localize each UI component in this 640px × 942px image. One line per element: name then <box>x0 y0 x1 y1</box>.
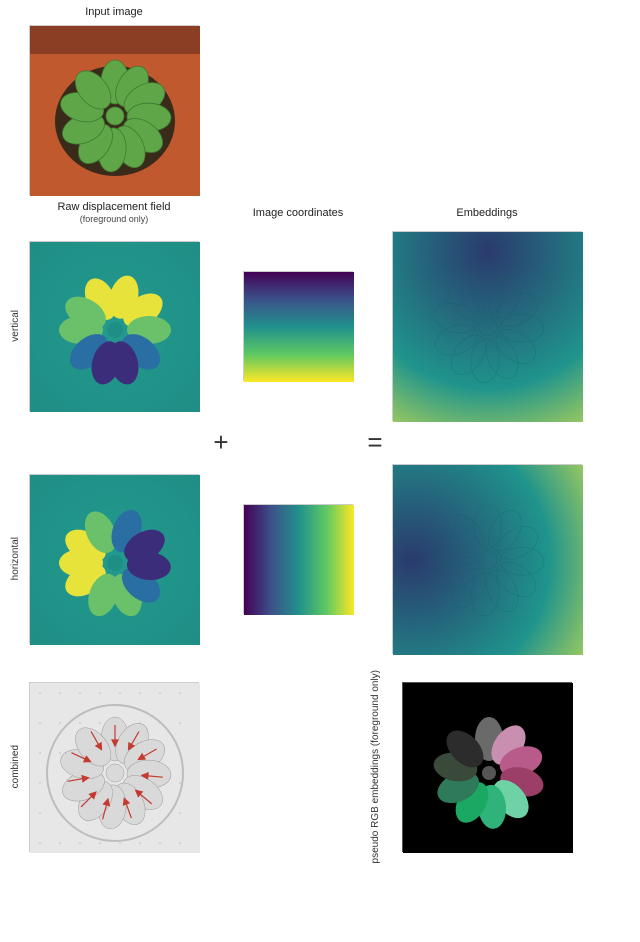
title-emb: Embeddings <box>456 207 517 220</box>
figure-grid: Input image Top-down photo of a leafy pl… <box>6 6 634 864</box>
title-input: Input image <box>85 6 142 19</box>
label-combined: combined <box>10 745 21 788</box>
emb-horizontal: Smooth teal-yellow horizontal embedding … <box>392 464 582 654</box>
raw-horizontal: Teal field with plant silhouette; leaves… <box>29 474 199 644</box>
label-pseudo: pseudo RGB embeddings (foreground only) <box>370 670 381 863</box>
coord-vertical: Viridis vertical gradient (dark top → ye… <box>243 271 353 381</box>
title-coords: Image coordinates <box>253 207 344 220</box>
label-horizontal: horizontal <box>10 537 21 580</box>
plus-icon: + <box>213 427 228 458</box>
input-image: Top-down photo of a leafy plant in a pot… <box>29 25 199 195</box>
label-vertical: vertical <box>10 310 21 342</box>
title-raw: Raw displacement field (foreground only) <box>57 201 170 225</box>
raw-vertical: Teal field with plant silhouette; leaves… <box>29 241 199 411</box>
combined-quiver: Grayscale plant photo with red quiver ar… <box>29 682 199 852</box>
equals-icon: = <box>367 427 382 458</box>
emb-vertical: Smooth teal-yellow vertical embedding wi… <box>392 231 582 421</box>
coord-horizontal: Viridis horizontal gradient (dark left →… <box>243 504 353 614</box>
pseudo-rgb-emb: Black background; each leaf a distinct s… <box>402 682 572 852</box>
